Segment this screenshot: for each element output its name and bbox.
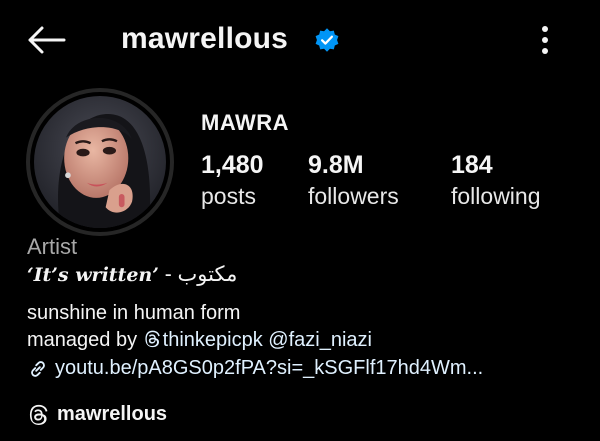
mention-thinkepicpk: thinkepicpk bbox=[162, 329, 263, 351]
posts-stat[interactable]: 1,480 posts bbox=[201, 150, 264, 212]
bio-link[interactable]: youtu.be/pA8GS0p2fPA?si=_kSGFlf17hd4Wm..… bbox=[27, 357, 483, 380]
bio-managed-line: managed by thinkepicpk @fazi_niazi bbox=[27, 329, 372, 352]
back-arrow-icon bbox=[28, 26, 66, 54]
followers-stat[interactable]: 9.8M followers bbox=[308, 150, 399, 212]
bio-line: sunshine in human form bbox=[27, 302, 241, 324]
display-name: MAWRA bbox=[201, 110, 290, 135]
threads-mention-link[interactable]: thinkepicpk bbox=[143, 329, 263, 351]
following-count: 184 bbox=[451, 151, 493, 179]
profile-category: Artist bbox=[27, 234, 78, 259]
more-vertical-icon bbox=[542, 26, 548, 54]
link-icon bbox=[31, 360, 45, 377]
posts-label: posts bbox=[201, 183, 256, 209]
verified-badge-icon bbox=[315, 28, 339, 52]
threads-icon bbox=[145, 330, 160, 348]
following-label: following bbox=[451, 183, 541, 209]
threads-logo-icon bbox=[29, 404, 48, 425]
bio-quote-rest: - مكتوب bbox=[158, 263, 238, 286]
profile-avatar[interactable] bbox=[26, 88, 174, 236]
threads-profile-badge[interactable]: mawrellous bbox=[27, 403, 167, 426]
followers-label: followers bbox=[308, 183, 399, 209]
mention-fazi-niazi[interactable]: @fazi_niazi bbox=[268, 329, 372, 351]
followers-count: 9.8M bbox=[308, 151, 364, 179]
following-stat[interactable]: 184 following bbox=[451, 150, 541, 212]
threads-handle: mawrellous bbox=[57, 403, 168, 425]
back-button[interactable] bbox=[24, 20, 68, 60]
profile-header: mawrellous bbox=[0, 0, 600, 78]
managed-prefix: managed by bbox=[27, 329, 143, 351]
profile-username: mawrellous bbox=[121, 22, 289, 55]
bio-quote-script: ‘It’s written’ bbox=[27, 264, 159, 286]
avatar-image bbox=[34, 96, 166, 228]
bio-link-text: youtu.be/pA8GS0p2fPA?si=_kSGFlf17hd4Wm..… bbox=[55, 357, 484, 379]
more-options-button[interactable] bbox=[530, 22, 560, 58]
bio-quote: ‘It’s written’ - مكتوب bbox=[27, 262, 237, 287]
posts-count: 1,480 bbox=[201, 151, 264, 179]
